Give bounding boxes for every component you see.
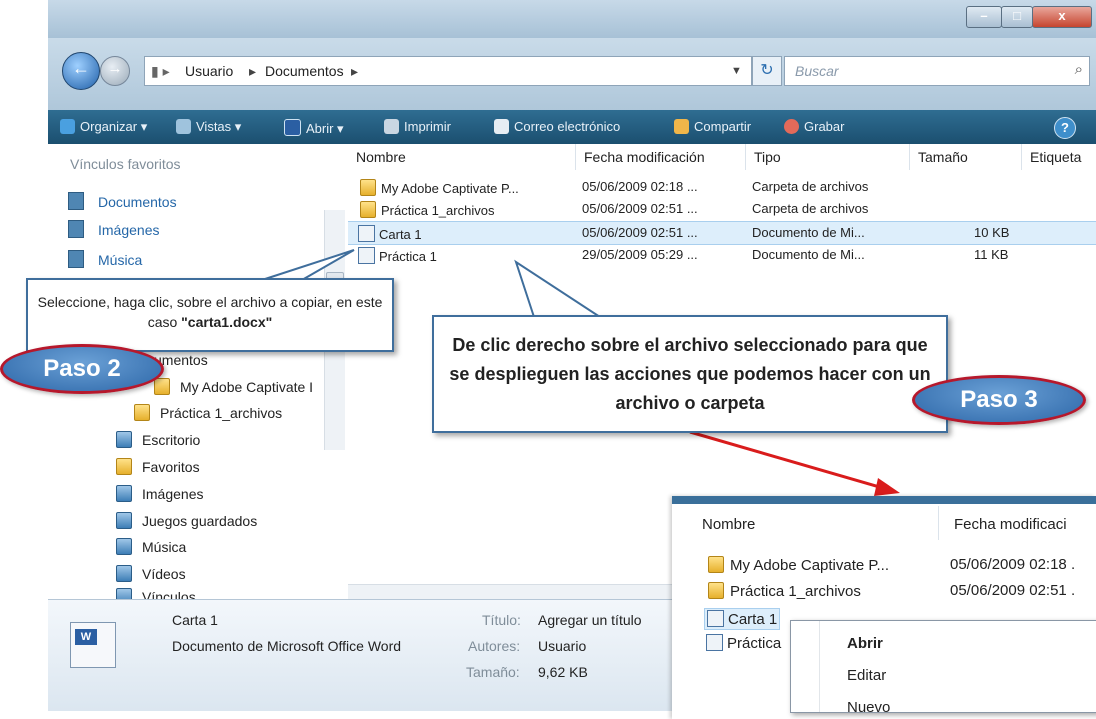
context-menu-new[interactable]: Nuevo bbox=[847, 699, 890, 716]
inset-row-date: 05/06/2009 02:51 . bbox=[950, 582, 1076, 599]
inset-file-name: Práctica 1_archivos bbox=[730, 583, 861, 600]
context-menu-gutter bbox=[819, 621, 820, 712]
inset-file-name: My Adobe Captivate P... bbox=[730, 557, 889, 574]
step3-callout-text: De clic derecho sobre el archivo selecci… bbox=[449, 335, 931, 413]
word-document-icon bbox=[706, 634, 723, 651]
step2-callout-text: Seleccione, haga clic, sobre el archivo … bbox=[36, 292, 384, 332]
inset-row[interactable]: Práctica 1_archivos bbox=[708, 582, 861, 600]
folder-icon bbox=[708, 582, 724, 599]
inset-row-selected[interactable]: Carta 1 bbox=[704, 608, 781, 630]
inset-header-name[interactable]: Nombre bbox=[702, 516, 755, 533]
red-arrowhead bbox=[874, 478, 900, 496]
inset-header-date[interactable]: Fecha modificaci bbox=[954, 516, 1067, 533]
step3-badge: Paso 3 bbox=[912, 375, 1086, 425]
inset-row[interactable]: My Adobe Captivate P... bbox=[708, 556, 889, 574]
step2-filename: "carta1.docx" bbox=[181, 314, 273, 330]
folder-icon bbox=[708, 556, 724, 573]
step2-badge: Paso 2 bbox=[0, 344, 164, 394]
inset-row-date: 05/06/2009 02:18 . bbox=[950, 556, 1076, 573]
inset-file-name: Práctica bbox=[727, 635, 782, 652]
step3-callout: De clic derecho sobre el archivo selecci… bbox=[432, 315, 948, 433]
context-menu-open[interactable]: Abrir bbox=[847, 635, 883, 652]
step3-callout-tail bbox=[514, 259, 604, 318]
inset-file-name: Carta 1 bbox=[728, 611, 778, 628]
inset-row[interactable]: Práctica bbox=[706, 634, 781, 652]
context-menu: Abrir Editar Nuevo bbox=[790, 620, 1096, 716]
step2-callout-tail bbox=[261, 249, 355, 281]
context-menu-edit[interactable]: Editar bbox=[847, 667, 886, 684]
red-arrow bbox=[689, 430, 891, 492]
inset-column-divider bbox=[938, 506, 939, 540]
step2-callout: Seleccione, haga clic, sobre el archivo … bbox=[26, 278, 394, 352]
word-document-icon bbox=[707, 610, 724, 627]
